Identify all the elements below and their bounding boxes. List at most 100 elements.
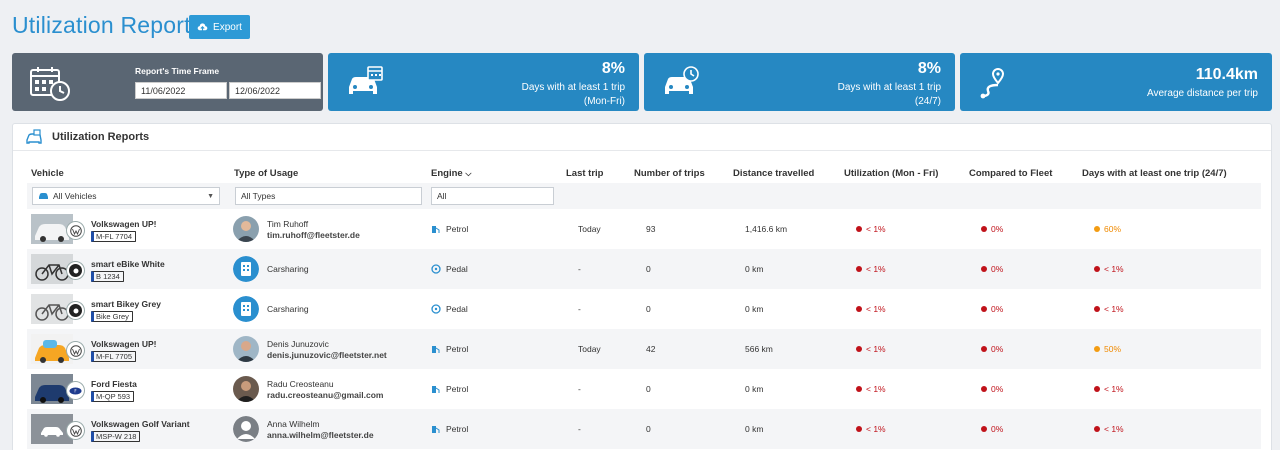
trip-count: 0 — [646, 304, 651, 314]
vw-logo-icon — [67, 422, 84, 439]
license-plate: M-QP 593 — [91, 391, 135, 402]
user-name: Tim Ruhoff — [267, 219, 309, 229]
fuel-pump-icon — [432, 225, 440, 233]
trip-count: 0 — [646, 424, 651, 434]
distance: 566 km — [745, 344, 773, 354]
last-trip: Today — [578, 344, 601, 354]
vw-logo-icon — [67, 222, 84, 239]
column-header-distance[interactable]: Distance travelled — [733, 168, 814, 179]
table-row[interactable]: F Ford Fiesta M-QP 593 Radu Creosteanu r… — [27, 369, 1261, 409]
column-header-compared[interactable]: Compared to Fleet — [969, 168, 1052, 179]
last-trip: - — [578, 424, 581, 434]
table-row[interactable]: smart Bikey Grey Bike Grey Carsharing Pe… — [27, 289, 1261, 329]
filter-row: All Vehicles ▼ All Types All — [27, 183, 1261, 209]
table-row[interactable]: Volkswagen UP! M-FL 7704 Tim Ruhoff tim.… — [27, 209, 1261, 249]
days-value: < 1% — [1094, 384, 1124, 394]
kpi-caption: Days with at least 1 trip (Mon-Fri) — [521, 82, 625, 107]
car-report-icon — [26, 129, 42, 144]
license-plate: Bike Grey — [91, 311, 133, 322]
trip-count: 93 — [646, 224, 656, 234]
trip-count: 0 — [646, 384, 651, 394]
status-dot — [981, 386, 987, 392]
user-email: radu.creosteanu@gmail.com — [267, 390, 384, 400]
utilization-value: < 1% — [856, 304, 886, 314]
kpi-average-distance: 110.4km Average distance per trip — [960, 53, 1272, 111]
status-dot — [981, 306, 987, 312]
status-dot — [981, 426, 987, 432]
car-calendar-icon — [349, 66, 383, 94]
compared-value: 0% — [981, 304, 1003, 314]
route-icon — [980, 67, 1005, 99]
smart-logo-icon — [67, 262, 84, 279]
default-avatar-icon — [233, 416, 259, 442]
status-dot — [856, 346, 862, 352]
distance: 0 km — [745, 424, 764, 434]
table-row[interactable]: Volkswagen Golf Variant MSP-W 218 Anna W… — [27, 409, 1261, 449]
engine-filter-input[interactable]: All — [431, 187, 554, 205]
usage-filter-input[interactable]: All Types — [235, 187, 422, 205]
kpi-value: 8% — [917, 60, 941, 77]
license-plate: M-FL 7704 — [91, 231, 136, 242]
column-header-trips[interactable]: Number of trips — [634, 168, 705, 179]
status-dot — [981, 346, 987, 352]
vehicle-name[interactable]: Volkswagen Golf Variant — [91, 419, 190, 429]
export-label: Export — [213, 21, 242, 33]
user-name: Denis Junuzovic — [267, 339, 329, 349]
caret-down-icon: ▼ — [207, 192, 214, 200]
column-header-days[interactable]: Days with at least one trip (24/7) — [1082, 168, 1227, 179]
pedal-icon — [431, 304, 441, 314]
vehicle-name[interactable]: Volkswagen UP! — [91, 219, 157, 229]
distance: 0 km — [745, 384, 764, 394]
column-header-last-trip[interactable]: Last trip — [566, 168, 603, 179]
status-dot — [856, 306, 862, 312]
engine-cell: Petrol — [431, 384, 468, 394]
compared-value: 0% — [981, 264, 1003, 274]
vw-logo-icon — [67, 342, 84, 359]
compared-value: 0% — [981, 224, 1003, 234]
kpi-days-trip-weekdays: 8% Days with at least 1 trip (Mon-Fri) — [328, 53, 639, 111]
vehicle-filter-select[interactable]: All Vehicles ▼ — [32, 187, 220, 205]
status-dot — [856, 386, 862, 392]
carsharing-icon — [233, 296, 259, 322]
table-row[interactable]: smart eBike White B 1234 Carsharing Peda… — [27, 249, 1261, 289]
column-header-vehicle[interactable]: Vehicle — [31, 168, 64, 179]
cloud-upload-icon — [197, 22, 208, 32]
days-value: 60% — [1094, 224, 1121, 234]
last-trip: - — [578, 264, 581, 274]
fuel-pump-icon — [432, 385, 440, 393]
user-name: Anna Wilhelm — [267, 419, 320, 429]
vehicle-name[interactable]: smart eBike White — [91, 259, 165, 269]
status-dot — [856, 226, 862, 232]
status-dot — [1094, 386, 1100, 392]
fuel-pump-icon — [432, 345, 440, 353]
compared-value: 0% — [981, 424, 1003, 434]
engine-cell: Pedal — [431, 304, 468, 314]
days-value: 50% — [1094, 344, 1121, 354]
start-date-input[interactable]: 11/06/2022 — [135, 82, 227, 99]
utilization-value: < 1% — [856, 424, 886, 434]
last-trip: Today — [578, 224, 601, 234]
column-header-engine[interactable]: Engine ⌵ — [431, 168, 471, 179]
status-dot — [981, 226, 987, 232]
compared-value: 0% — [981, 384, 1003, 394]
panel-header: Utilization Reports — [13, 124, 1271, 151]
table-row[interactable]: Volkswagen UP! M-FL 7705 Denis Junuzovic… — [27, 329, 1261, 369]
end-date-input[interactable]: 12/06/2022 — [229, 82, 321, 99]
user-name: Radu Creosteanu — [267, 379, 334, 389]
column-header-usage[interactable]: Type of Usage — [234, 168, 298, 179]
column-header-utilization[interactable]: Utilization (Mon - Fri) — [844, 168, 938, 179]
engine-cell: Petrol — [431, 344, 468, 354]
vehicle-name[interactable]: Ford Fiesta — [91, 379, 137, 389]
export-button[interactable]: Export — [189, 15, 250, 39]
last-trip: - — [578, 384, 581, 394]
status-dot — [981, 266, 987, 272]
vehicle-name[interactable]: smart Bikey Grey — [91, 299, 161, 309]
panel-title: Utilization Reports — [52, 131, 150, 143]
vehicle-name[interactable]: Volkswagen UP! — [91, 339, 157, 349]
days-value: < 1% — [1094, 304, 1124, 314]
engine-cell: Petrol — [431, 224, 468, 234]
status-dot — [856, 426, 862, 432]
license-plate: M-FL 7705 — [91, 351, 136, 362]
distance: 1,416.6 km — [745, 224, 788, 234]
trip-count: 42 — [646, 344, 656, 354]
